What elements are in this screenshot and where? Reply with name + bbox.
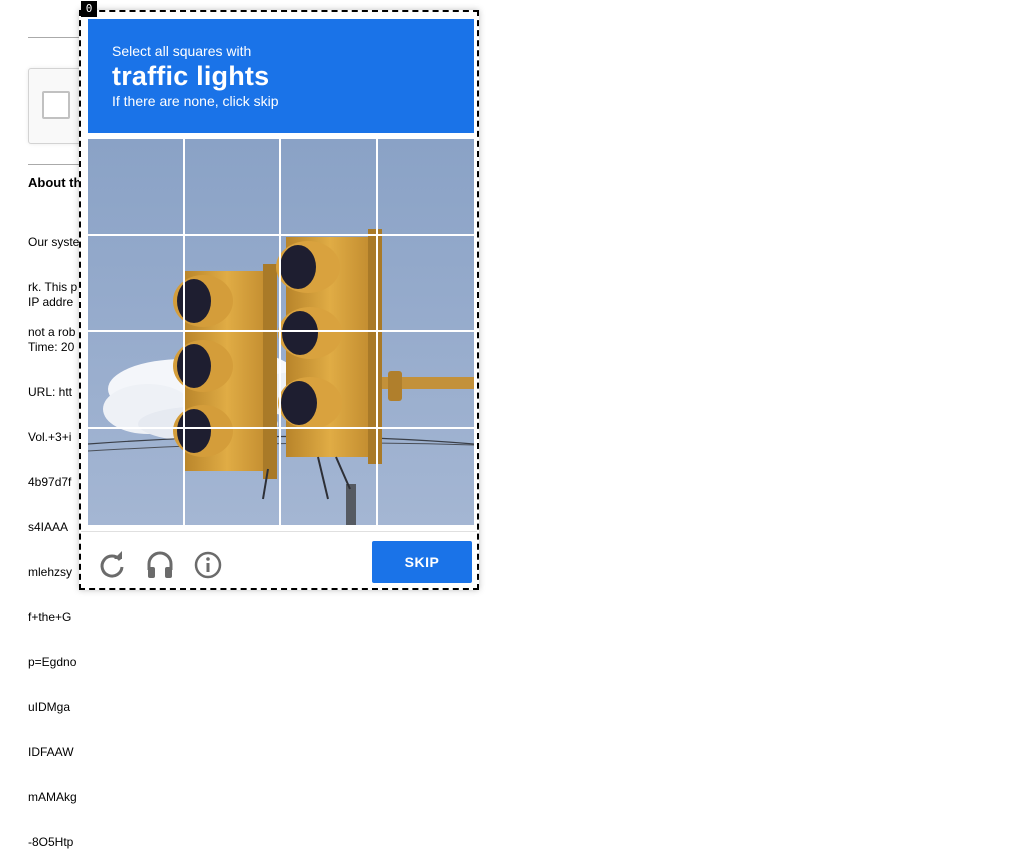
audio-challenge-button[interactable] [143,548,177,582]
grid-tile-14[interactable] [185,428,281,525]
about-heading: About th [28,175,82,190]
instruction-top: Select all squares with [112,43,252,59]
grid-tile-5[interactable] [88,235,185,332]
instruction-bottom: If there are none, click skip [112,93,279,109]
tile-grid [88,139,474,525]
grid-tile-10[interactable] [184,332,281,429]
grid-tile-1[interactable] [88,139,185,236]
details-line: IDFAAW [28,745,74,759]
details-line: -8O5Htp [28,835,74,849]
footer-divider [81,531,477,532]
grid-tile-16[interactable] [378,429,475,526]
captcha-challenge: Select all squares with traffic lights I… [79,10,479,590]
grid-tile-9[interactable] [88,332,185,429]
details-line: mAMAkg [28,790,77,804]
grid-tile-12[interactable] [377,332,474,429]
info-button[interactable] [191,548,225,582]
details-line: mlehzsy [28,565,73,579]
reload-icon [100,551,124,578]
grid-tile-13[interactable] [88,428,185,525]
skip-button[interactable]: SKIP [372,541,472,583]
grid-tile-8[interactable] [377,236,474,332]
grid-tile-3[interactable] [281,139,378,236]
grid-tile-11[interactable] [281,332,378,429]
details-line: Time: 20 [28,340,75,354]
grid-tile-7[interactable] [281,235,378,332]
image-grid [88,139,474,525]
request-details: IP addre Time: 20 URL: htt Vol.+3+i 4b97… [28,265,77,865]
not-robot-checkbox[interactable] [42,91,70,119]
grid-tile-2[interactable] [184,139,281,236]
paragraph-line: Our syste [28,235,80,249]
grid-tile-4[interactable] [377,139,474,236]
target-object: traffic lights [112,61,270,91]
details-line: uIDMga [28,700,71,714]
grid-tile-6[interactable] [184,235,281,332]
details-line: s4IAAA [28,520,69,534]
details-line: URL: htt [28,385,73,399]
reload-button[interactable] [95,548,129,582]
frame-index-marker: 0 [81,1,97,17]
headphones-icon [147,551,173,578]
challenge-header: Select all squares with traffic lights I… [88,19,474,133]
details-line: p=Egdno [28,655,77,669]
grid-tile-15[interactable] [281,428,378,525]
info-icon [194,551,222,579]
details-line: Vol.+3+i [28,430,72,444]
details-line: 4b97d7f [28,475,72,489]
details-line: IP addre [28,295,74,309]
details-line: f+the+G [28,610,72,624]
